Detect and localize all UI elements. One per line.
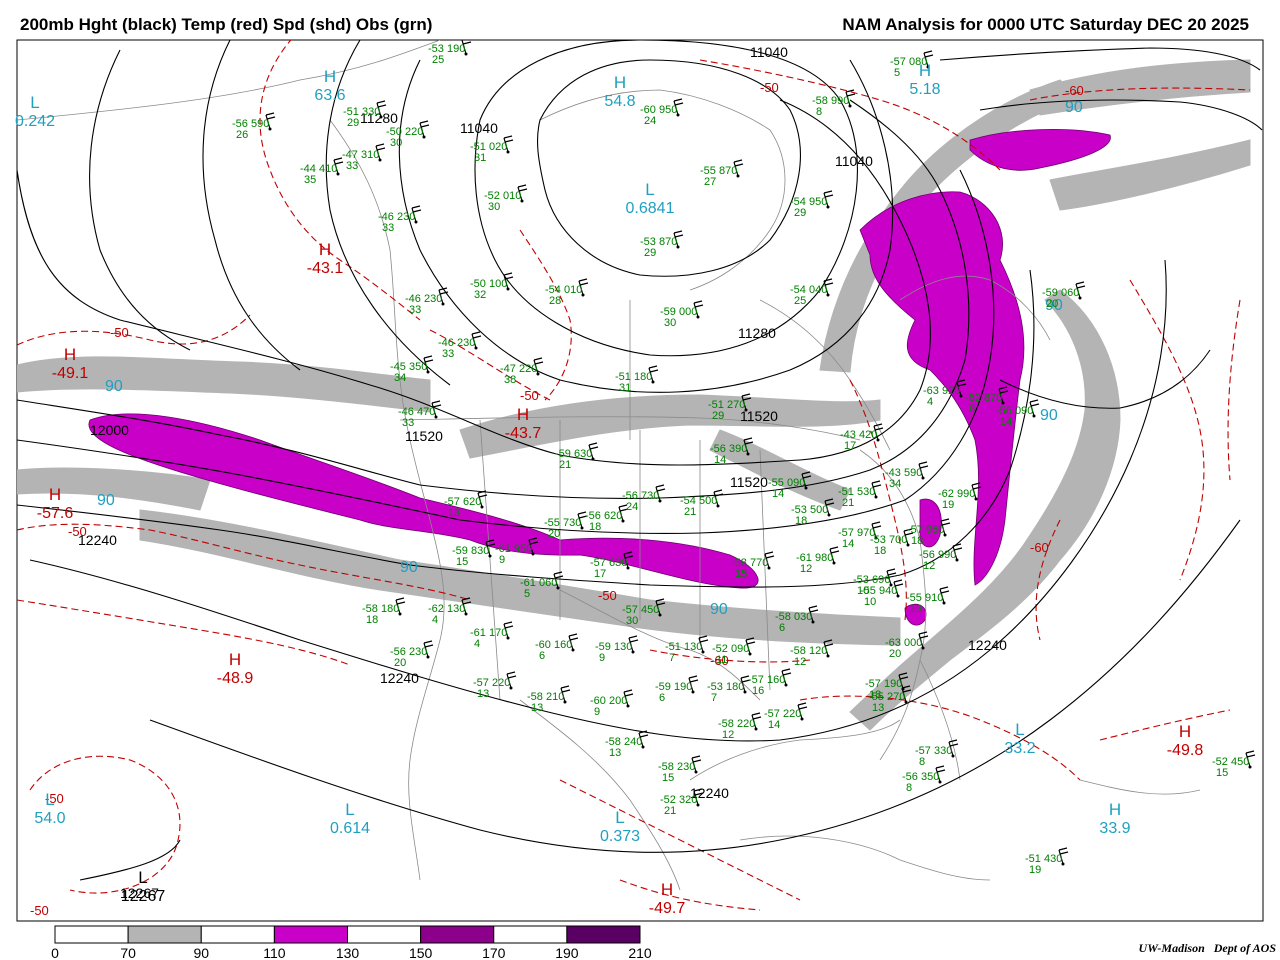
colorbar-tick-label: 0 [51,945,59,960]
colorbar-bin [127,925,202,944]
colorbar-tick-label: 170 [482,945,506,960]
colorbar-tick-label: 70 [120,945,136,960]
colorbar-tick-label: 110 [263,945,286,960]
colorbar-bin [566,925,641,944]
colorbar-tick-label: 150 [409,945,433,960]
colorbar-tick-label: 130 [336,945,360,960]
colorbar-bin [347,925,422,944]
colorbar-bin [54,925,129,944]
colorbar-tick-label: 90 [193,945,209,960]
credit-text: UW-Madison Dept of AOS [1139,941,1276,956]
colorbar-tick-label: 210 [628,945,652,960]
colorbar-bin [273,925,348,944]
colorbar-bin [493,925,568,944]
credit-dept: Dept of AOS [1213,941,1276,955]
credit-org: UW-Madison [1138,941,1205,955]
speed-colorbar: 0 70 90 110 130 150 170 190 210 [51,925,652,960]
colorbar-bin [420,925,495,944]
colorbar-bin [200,925,275,944]
colorbar-tick-label: 190 [555,945,579,960]
